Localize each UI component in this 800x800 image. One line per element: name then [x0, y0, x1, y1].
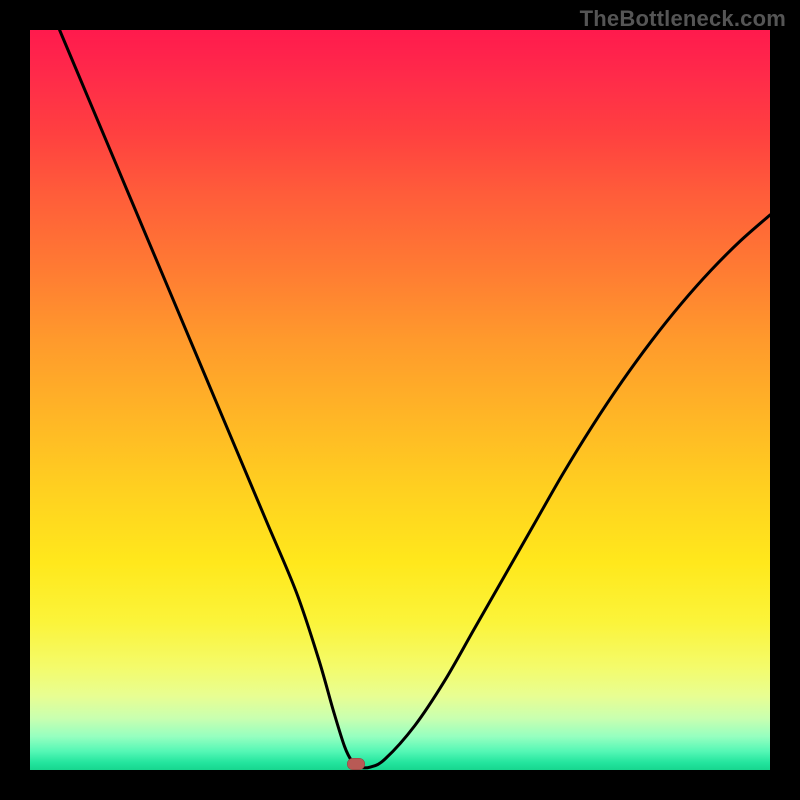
optimal-marker	[347, 758, 365, 770]
curve-svg	[30, 30, 770, 770]
chart-frame: TheBottleneck.com	[0, 0, 800, 800]
watermark-text: TheBottleneck.com	[580, 6, 786, 32]
plot-area	[30, 30, 770, 770]
bottleneck-curve	[60, 30, 770, 768]
